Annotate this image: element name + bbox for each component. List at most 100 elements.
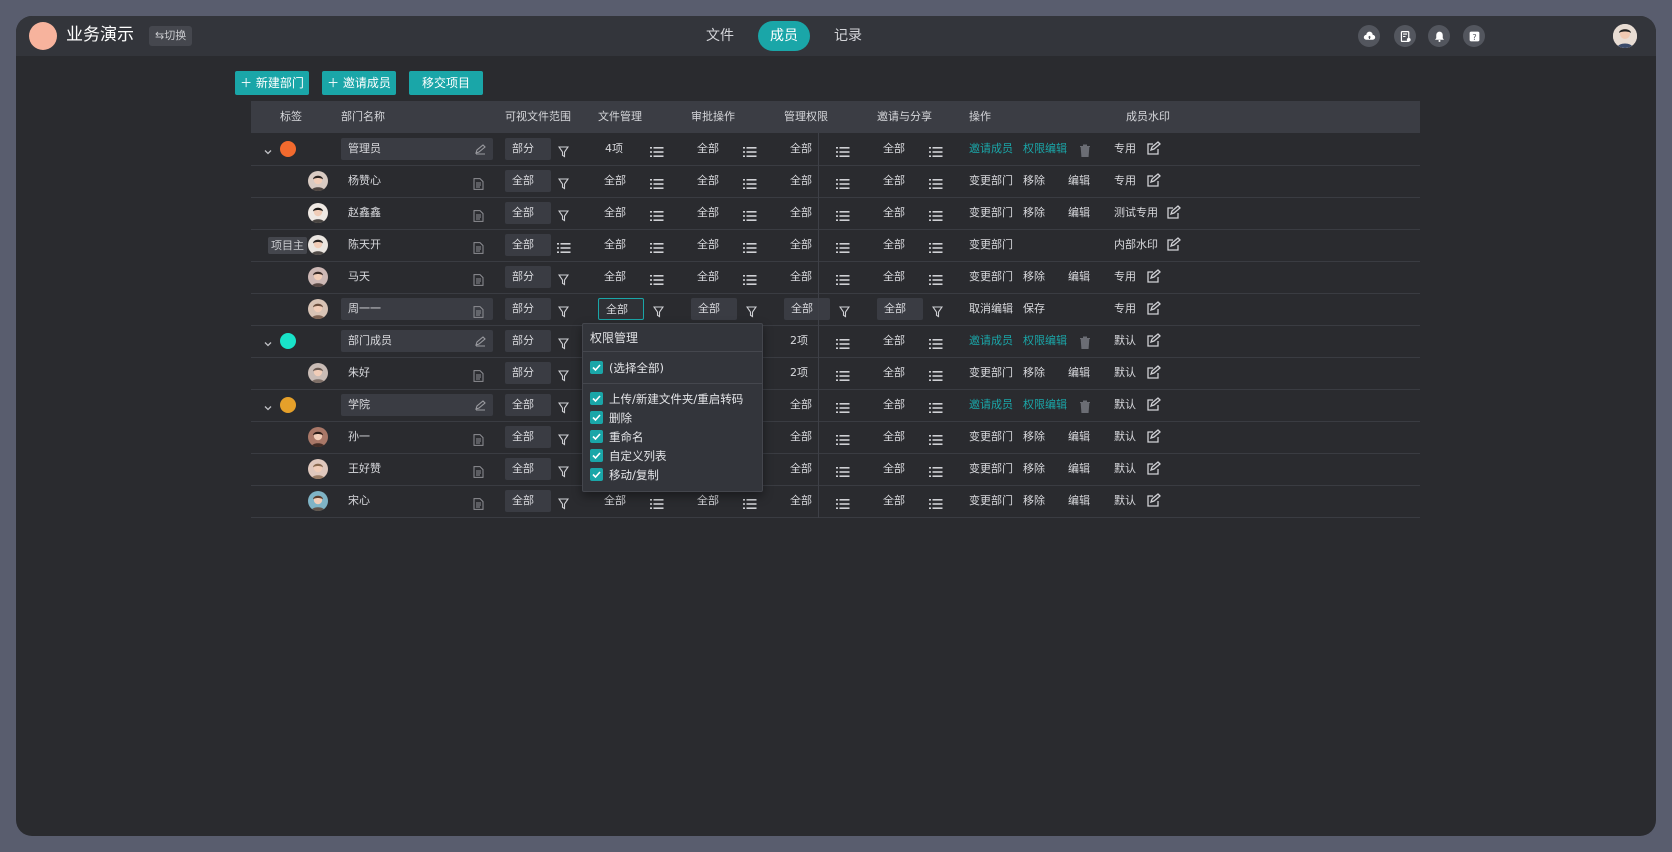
list-icon[interactable] [650,271,664,285]
edit-watermark-icon[interactable] [1167,237,1181,252]
filter-icon[interactable] [557,271,570,286]
op-link[interactable]: 保存 [1023,299,1045,319]
op-link[interactable]: 变更部门 [969,491,1013,511]
trash-icon[interactable] [1079,398,1091,413]
chevron-down-icon[interactable] [263,398,273,411]
edit-watermark-icon[interactable] [1147,141,1161,156]
edit-watermark-icon[interactable] [1147,493,1161,508]
list-icon[interactable] [743,239,757,253]
scope-select[interactable]: 全部 [505,426,551,448]
document-icon[interactable] [473,271,484,286]
list-icon[interactable] [836,271,850,285]
document-icon[interactable] [473,495,484,510]
op-link[interactable]: 移除 [1023,363,1045,383]
list-icon[interactable] [929,207,943,221]
op-link[interactable]: 邀请成员 [969,395,1013,415]
document-icon[interactable] [473,431,484,446]
op-link[interactable]: 权限编辑 [1023,395,1067,415]
tab-records[interactable]: 记录 [830,21,866,51]
filter-icon[interactable] [931,303,944,318]
list-icon[interactable] [650,207,664,221]
trash-icon[interactable] [1079,334,1091,349]
list-icon[interactable] [929,367,943,381]
list-icon[interactable] [836,399,850,413]
list-icon[interactable] [929,175,943,189]
new-dept-button[interactable]: ＋ 新建部门 [235,71,309,95]
edit-watermark-icon[interactable] [1147,173,1161,188]
help-icon[interactable]: ? [1463,25,1485,47]
document-icon[interactable] [473,303,484,318]
list-icon[interactable] [929,431,943,445]
op-link[interactable]: 编辑 [1068,363,1090,383]
filter-icon[interactable] [557,303,570,318]
tab-files[interactable]: 文件 [702,21,738,51]
filter-icon[interactable] [557,431,570,446]
edit-watermark-icon[interactable] [1167,205,1181,220]
chevron-down-icon[interactable] [263,142,273,155]
edit-watermark-icon[interactable] [1147,269,1161,284]
document-icon[interactable] [473,367,484,382]
scope-select[interactable]: 全部 [505,394,551,416]
list-icon[interactable] [929,495,943,509]
op-link[interactable]: 变更部门 [969,171,1013,191]
scope-select[interactable]: 部分 [505,362,551,384]
edit-watermark-icon[interactable] [1147,397,1161,412]
op-link[interactable]: 编辑 [1068,491,1090,511]
dept-name-input[interactable]: 部门成员 [341,330,493,352]
op-link[interactable]: 变更部门 [969,267,1013,287]
op-link[interactable]: 权限编辑 [1023,331,1067,351]
op-link[interactable]: 变更部门 [969,203,1013,223]
edit-watermark-icon[interactable] [1147,429,1161,444]
filter-icon[interactable] [557,335,570,350]
op-link[interactable]: 移除 [1023,459,1045,479]
list-icon[interactable] [836,367,850,381]
op-link[interactable]: 权限编辑 [1023,139,1067,159]
list-icon[interactable] [743,143,757,157]
op-link[interactable]: 移除 [1023,267,1045,287]
transfer-project-button[interactable]: 移交项目 [409,71,483,95]
list-icon[interactable] [650,175,664,189]
list-icon[interactable] [743,495,757,509]
op-link[interactable]: 取消编辑 [969,299,1013,319]
document-icon[interactable] [473,239,484,254]
scope-select[interactable]: 全部 [505,490,551,512]
filter-icon[interactable] [557,399,570,414]
op-link[interactable]: 编辑 [1068,267,1090,287]
switch-button[interactable]: ⇆切换 [149,26,193,46]
trash-icon[interactable] [1079,142,1091,157]
list-icon[interactable] [743,175,757,189]
op-link[interactable]: 变更部门 [969,235,1013,255]
op-link[interactable]: 移除 [1023,171,1045,191]
list-icon[interactable] [836,143,850,157]
list-icon[interactable] [557,239,571,253]
list-icon[interactable] [650,239,664,253]
scope-select[interactable]: 全部 [505,458,551,480]
list-icon[interactable] [836,207,850,221]
filter-icon[interactable] [745,303,758,318]
scope-select[interactable]: 部分 [505,298,551,320]
list-icon[interactable] [836,175,850,189]
filter-icon[interactable] [557,463,570,478]
scope-select[interactable]: 部分 [505,138,551,160]
list-icon[interactable] [650,495,664,509]
list-icon[interactable] [650,143,664,157]
chevron-down-icon[interactable] [263,334,273,347]
filter-icon[interactable] [557,495,570,510]
list-icon[interactable] [836,335,850,349]
op-link[interactable]: 邀请成员 [969,139,1013,159]
op-link[interactable]: 邀请成员 [969,331,1013,351]
op-link[interactable]: 变更部门 [969,459,1013,479]
edit-watermark-icon[interactable] [1147,365,1161,380]
filter-icon[interactable] [838,303,851,318]
op-link[interactable]: 编辑 [1068,427,1090,447]
op-link[interactable]: 编辑 [1068,171,1090,191]
filter-icon[interactable] [557,175,570,190]
list-icon[interactable] [929,271,943,285]
dept-name-input[interactable]: 管理员 [341,138,493,160]
list-icon[interactable] [836,431,850,445]
document-icon[interactable] [473,175,484,190]
bell-icon[interactable] [1428,25,1450,47]
scope-select[interactable]: 全部 [505,202,551,224]
op-link[interactable]: 变更部门 [969,427,1013,447]
document-icon[interactable] [473,463,484,478]
